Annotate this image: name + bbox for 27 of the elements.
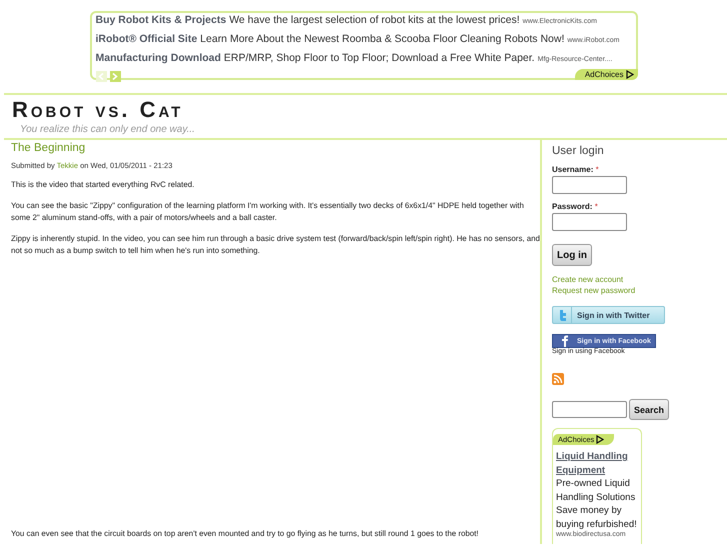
required-mark: * bbox=[596, 165, 599, 174]
search-button[interactable]: Search bbox=[629, 399, 670, 420]
chevron-right-icon bbox=[112, 73, 118, 80]
site-slogan: You realize this can only end one way... bbox=[20, 124, 196, 135]
ad-title[interactable]: Buy Robot Kits & Projects bbox=[96, 14, 226, 26]
input-field[interactable] bbox=[552, 176, 627, 194]
login-button[interactable]: Log in bbox=[552, 244, 592, 266]
field-label: Password: bbox=[552, 202, 592, 211]
input-field[interactable] bbox=[552, 213, 627, 231]
adchoices-tab[interactable]: AdChoices bbox=[574, 69, 638, 80]
rss-icon[interactable] bbox=[552, 373, 564, 385]
ad-title[interactable]: iRobot® Official Site bbox=[96, 33, 198, 45]
ad-text: Learn More About the Newest Roomba & Scooba Floor Cleaning Robots Now! bbox=[200, 33, 564, 45]
field-label: Username: bbox=[552, 165, 594, 174]
ad-text: ERP/MRP, Shop Floor to Top Floor; Download a Free White Paper. bbox=[224, 52, 535, 64]
ad-text: Pre-owned Liquid Handling Solutions Save money by buying refurbished! bbox=[556, 477, 638, 530]
site-title[interactable]: Robot vs. Cat bbox=[12, 98, 727, 122]
play-icon bbox=[626, 70, 634, 79]
search-field[interactable] bbox=[552, 401, 627, 418]
required-mark: * bbox=[594, 202, 598, 211]
play-icon bbox=[596, 435, 604, 444]
chevron-left-icon bbox=[98, 73, 104, 80]
twitter-signin-button[interactable]: Sign in with Twitter bbox=[552, 306, 665, 324]
ad-title[interactable]: Liquid Handling Equipment bbox=[556, 450, 638, 477]
ad-text: We have the largest selection of robot kits at the lowest prices! bbox=[229, 14, 520, 26]
ad-title[interactable]: Manufacturing Download bbox=[96, 52, 221, 64]
block-title: User login bbox=[552, 145, 605, 157]
